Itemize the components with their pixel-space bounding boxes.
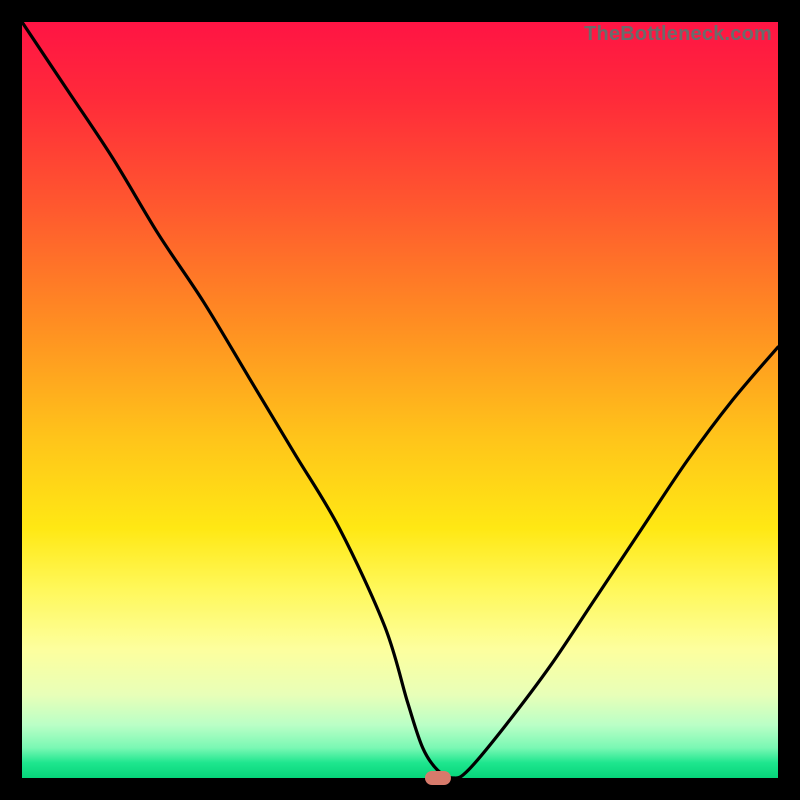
curve-path	[22, 22, 778, 778]
plot-area: TheBottleneck.com	[22, 22, 778, 778]
optimum-marker	[425, 771, 451, 785]
outer-frame: TheBottleneck.com	[0, 0, 800, 800]
bottleneck-curve	[22, 22, 778, 778]
